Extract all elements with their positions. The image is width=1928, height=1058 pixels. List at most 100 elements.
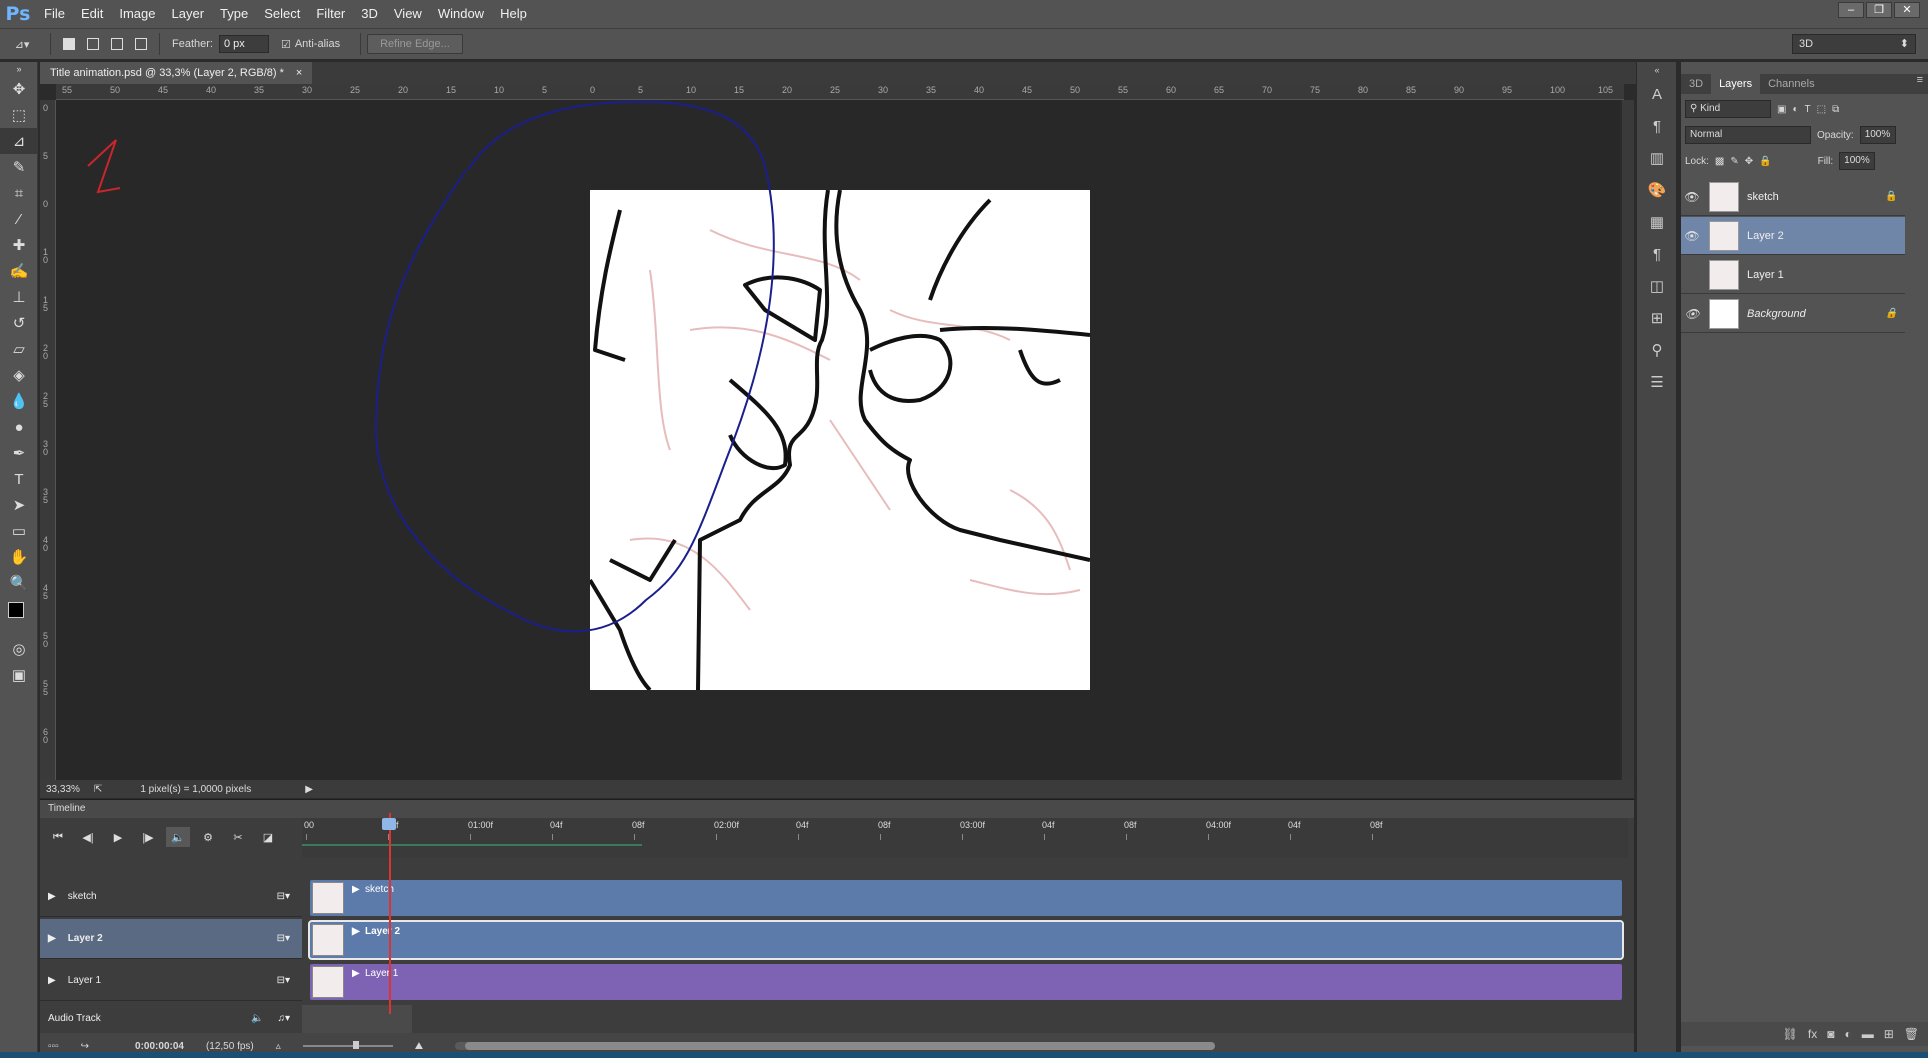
layer-style-icon[interactable]: fx [1808,1027,1817,1041]
eyedropper-tool-icon[interactable]: ⁄ [0,206,38,232]
character-panel-icon[interactable]: A [1637,78,1677,110]
screen-mode-icon[interactable]: ▣ [0,662,38,688]
playhead-handle[interactable] [382,818,396,830]
visibility-hidden-icon[interactable]: ▫ [1681,268,1703,282]
collapse-icon[interactable]: « [1637,62,1677,78]
export-icon[interactable]: ⇱ [94,784,102,795]
menu-type[interactable]: Type [212,0,256,28]
tab-channels[interactable]: Channels [1760,74,1822,94]
clip-layer-1[interactable]: ▶ Layer 1 [310,964,1622,1000]
minimize-button[interactable]: – [1838,2,1864,18]
brush-panel-icon[interactable]: ¶ [1637,238,1677,270]
visibility-eye-icon[interactable]: 👁 [1681,229,1703,243]
paragraph-panel-icon[interactable]: ¶ [1637,110,1677,142]
path-selection-tool-icon[interactable]: ➤ [0,492,38,518]
clip-layer-2[interactable]: ▶ Layer 2 [308,920,1624,960]
clip-sketch[interactable]: ▶ sketch [310,880,1622,916]
marquee-tool-icon[interactable]: ⬚ [0,102,38,128]
menu-select[interactable]: Select [256,0,308,28]
filter-adjustment-icon[interactable]: ◐ [1792,104,1798,115]
current-timecode[interactable]: 0:00:00:04 [135,1041,184,1052]
visibility-eye-icon[interactable]: 👁 [1681,307,1703,321]
blend-mode-select[interactable]: Normal [1685,126,1811,144]
filter-kind-select[interactable]: ⚲ Kind [1685,100,1771,118]
antialias-checkbox[interactable]: ☑ [281,38,291,51]
actions-panel-icon[interactable]: ⊞ [1637,302,1677,334]
vertical-scrollbar[interactable] [1622,100,1634,780]
hand-tool-icon[interactable]: ✋ [0,544,38,570]
tab-3d[interactable]: 3D [1681,74,1711,94]
film-icon[interactable]: ⊟▾ [277,891,290,902]
type-tool-icon[interactable]: T [0,466,38,492]
add-mask-icon[interactable]: ◙ [1827,1027,1834,1041]
track-header-layer-2[interactable]: ▶ Layer 2 ⊟▾ [40,919,302,959]
lock-position-icon[interactable]: ✥ [1745,156,1753,167]
status-menu-arrow-icon[interactable]: ▶ [305,784,313,795]
layer-row-sketch[interactable]: 👁 sketch 🔒 [1681,178,1905,216]
adjustments-panel-icon[interactable]: ☰ [1637,366,1677,398]
quick-selection-tool-icon[interactable]: ✎ [0,154,38,180]
frame-mode-icon[interactable]: ▫▫▫ [48,1041,59,1052]
clip-arrow-icon[interactable]: ▶ [352,884,360,895]
clip-arrow-icon[interactable]: ▶ [352,926,360,937]
close-tab-icon[interactable]: × [296,62,302,84]
split-scissors-icon[interactable]: ✂ [226,827,250,847]
subtract-selection-icon[interactable] [107,34,127,54]
film-icon[interactable]: ⊟▾ [277,933,290,944]
expand-arrow-icon[interactable]: ▶ [48,933,56,944]
adjustment-layer-icon[interactable]: ◐ [1844,1027,1851,1041]
new-selection-icon[interactable] [59,34,79,54]
restore-button[interactable]: ❐ [1866,2,1892,18]
refine-edge-button[interactable]: Refine Edge... [367,34,463,54]
expand-arrow-icon[interactable]: ▶ [48,891,56,902]
healing-brush-tool-icon[interactable]: ✚ [0,232,38,258]
audio-toggle-icon[interactable]: 🔈 [166,827,190,847]
audio-track-area[interactable] [302,1005,412,1033]
menu-view[interactable]: View [386,0,430,28]
rectangle-tool-icon[interactable]: ▭ [0,518,38,544]
zoom-out-icon[interactable]: ▵ [276,1041,281,1052]
lock-pixels-icon[interactable]: ✎ [1730,156,1738,167]
layer-row-layer-2[interactable]: 👁 Layer 2 [1681,217,1905,255]
close-window-button[interactable]: ✕ [1894,2,1920,18]
zoom-tool-icon[interactable]: 🔍 [0,570,38,596]
timeline-zoom-slider[interactable] [302,1041,393,1049]
polygonal-lasso-preset-icon[interactable]: ⊿▾ [2,34,42,54]
filter-shape-icon[interactable]: ⬚ [1817,104,1826,115]
eraser-tool-icon[interactable]: ▱ [0,336,38,362]
menu-image[interactable]: Image [111,0,163,28]
layer-row-layer-1[interactable]: ▫ Layer 1 [1681,256,1905,294]
collapse-icon[interactable]: » [0,62,38,76]
feather-input[interactable]: 0 px [218,35,269,53]
link-layers-icon[interactable]: ⛓ [1783,1027,1798,1041]
color-panel-icon[interactable]: 🎨 [1637,174,1677,206]
zoom-in-icon[interactable]: ⛰ [415,1041,423,1052]
lock-all-icon[interactable]: 🔒 [1759,156,1771,167]
blur-tool-icon[interactable]: 💧 [0,388,38,414]
fill-input[interactable]: 100% [1839,152,1876,170]
menu-window[interactable]: Window [430,0,492,28]
new-group-icon[interactable]: ▬ [1862,1027,1874,1041]
color-swatches[interactable] [0,596,38,636]
workspace-select[interactable]: 3D ⬍ [1792,34,1916,54]
playhead-line[interactable] [389,813,391,1014]
menu-3d[interactable]: 3D [353,0,386,28]
new-layer-icon[interactable]: ⊞ [1884,1027,1894,1041]
tool-presets-panel-icon[interactable]: ⚲ [1637,334,1677,366]
timeline-scrollbar[interactable] [455,1042,1216,1050]
history-brush-tool-icon[interactable]: ↺ [0,310,38,336]
filter-smart-object-icon[interactable]: ⧉ [1832,104,1839,115]
visibility-eye-icon[interactable]: 👁 [1681,190,1703,204]
lasso-tool-icon[interactable]: ⊿ [0,128,38,154]
add-selection-icon[interactable] [83,34,103,54]
clone-stamp-tool-icon[interactable]: ⊥ [0,284,38,310]
canvas-area[interactable] [56,100,1620,780]
previous-frame-icon[interactable]: ◀| [76,827,100,847]
clip-arrow-icon[interactable]: ▶ [352,968,360,979]
tab-layers[interactable]: Layers [1711,74,1761,94]
document-tab[interactable]: Title animation.psd @ 33,3% (Layer 2, RG… [40,62,313,84]
move-tool-icon[interactable]: ✥ [0,76,38,102]
brush-tool-icon[interactable]: ✍ [0,258,38,284]
lock-transparent-icon[interactable]: ▩ [1715,156,1724,167]
swatches-panel-icon[interactable]: ▦ [1637,206,1677,238]
